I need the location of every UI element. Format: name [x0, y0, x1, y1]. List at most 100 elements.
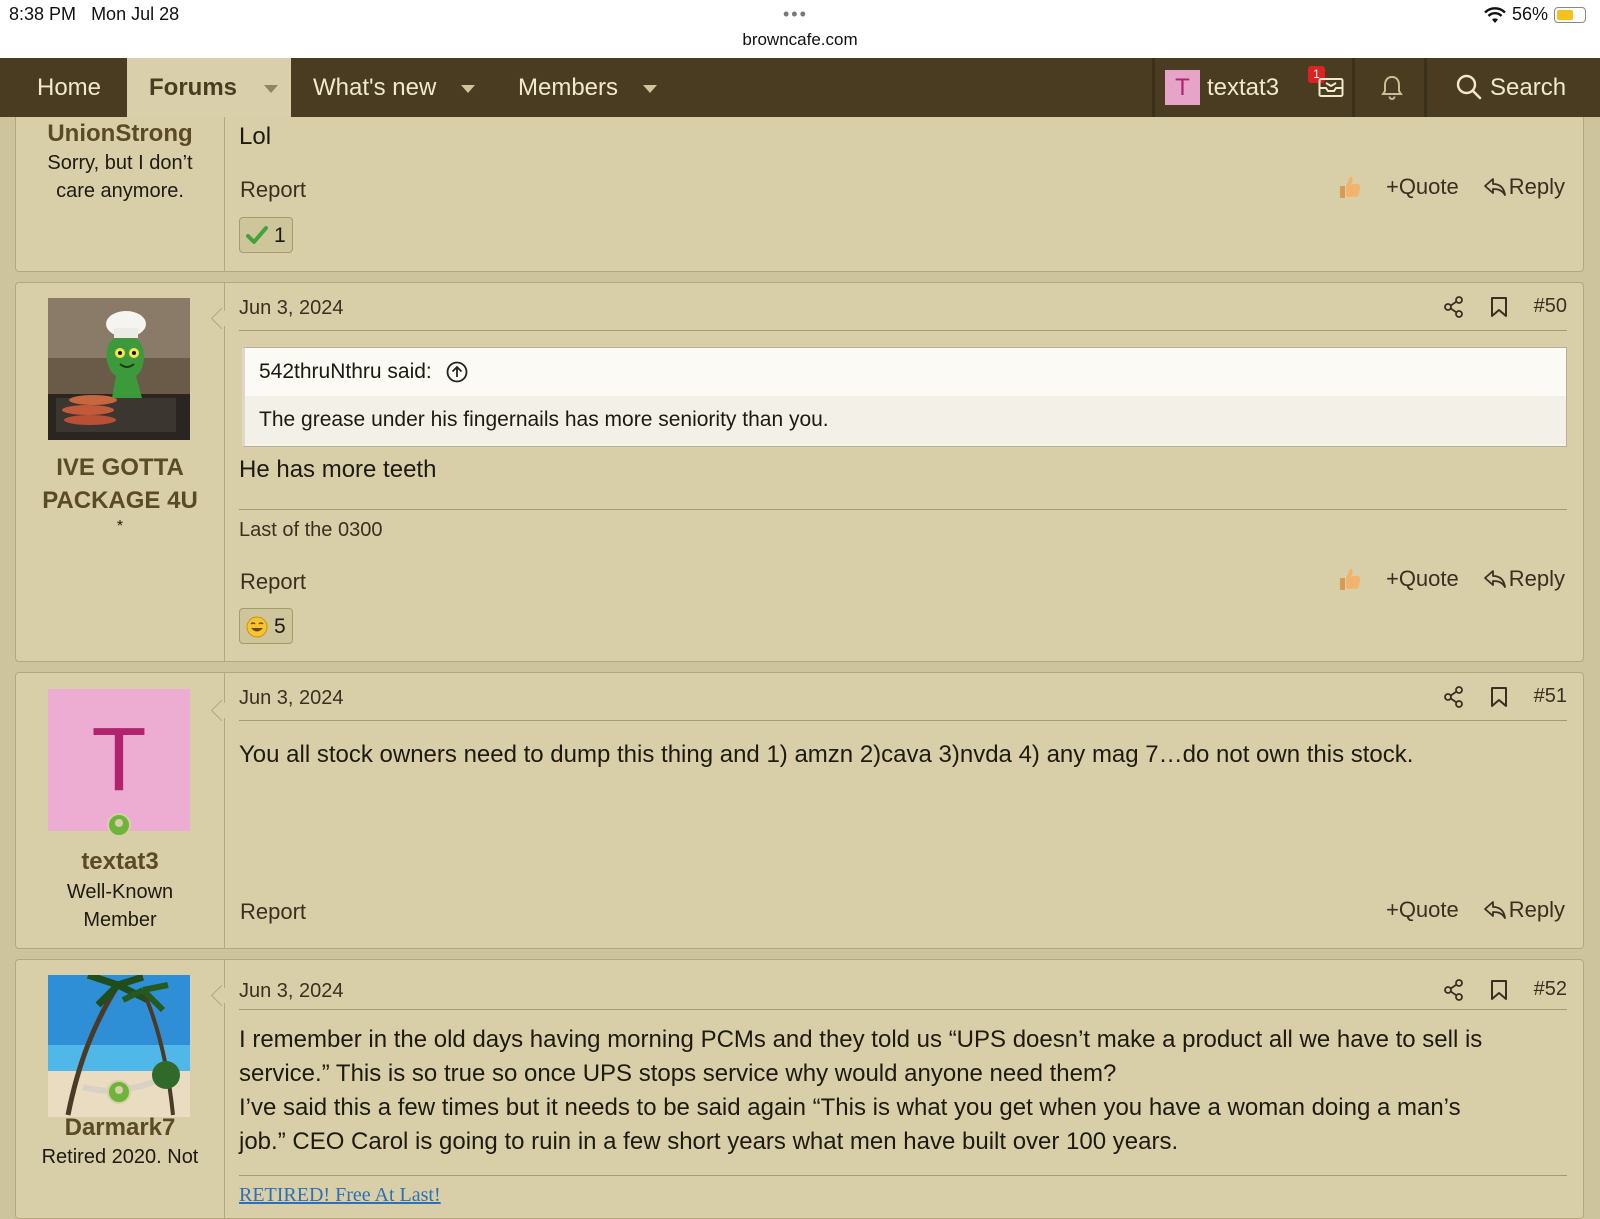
- chevron-down-icon[interactable]: [460, 84, 475, 93]
- reply-label: Reply: [1508, 897, 1565, 922]
- reaction-summary[interactable]: 1: [239, 217, 293, 253]
- report-link[interactable]: Report: [240, 899, 306, 925]
- post-message: You all stock owners need to dump this t…: [239, 741, 1414, 768]
- battery-percent: 56%: [1511, 4, 1548, 24]
- nav-home[interactable]: Home: [37, 58, 101, 117]
- user-title-line: Member: [83, 909, 157, 931]
- online-status-icon: [107, 813, 131, 837]
- quote-button[interactable]: +Quote: [1386, 897, 1459, 923]
- status-right: 56%: [1484, 4, 1586, 25]
- report-link[interactable]: Report: [240, 177, 306, 203]
- reply-button[interactable]: Reply: [1483, 566, 1565, 592]
- quote-text: The grease under his fingernails has mor…: [245, 396, 1566, 444]
- post-number[interactable]: #52: [1534, 978, 1567, 1001]
- arrow-up-circle-icon[interactable]: [446, 361, 468, 383]
- post-user-column: IVE GOTTA PACKAGE 4U *: [16, 283, 225, 661]
- post-date[interactable]: Jun 3, 2024: [239, 687, 344, 710]
- reaction-summary[interactable]: 5: [239, 608, 293, 644]
- reply-arrow-icon: [1483, 901, 1506, 919]
- share-icon[interactable]: [1443, 685, 1464, 708]
- report-link[interactable]: Report: [240, 569, 306, 595]
- user-title-line: Retired 2020. Not: [41, 1146, 199, 1168]
- quote-block: 542thruNthru said: The grease under his …: [242, 347, 1567, 447]
- post-username[interactable]: textat3: [16, 845, 224, 879]
- post-message-line: job.” CEO Carol is going to ruin in a fe…: [239, 1128, 1179, 1155]
- bookmark-icon[interactable]: [1490, 296, 1508, 318]
- post-date[interactable]: Jun 3, 2024: [239, 297, 344, 320]
- nav-forums[interactable]: Forums: [127, 58, 291, 117]
- quote-button[interactable]: +Quote: [1386, 174, 1459, 200]
- search-icon[interactable]: [1455, 73, 1483, 101]
- like-icon[interactable]: [1336, 173, 1362, 201]
- reply-arrow-icon: [1483, 570, 1506, 588]
- post-message: He has more teeth: [239, 456, 437, 483]
- post-header-tools: #51: [1443, 685, 1567, 708]
- user-avatar[interactable]: T: [48, 689, 190, 831]
- like-icon[interactable]: [1336, 565, 1362, 593]
- post-username[interactable]: Darmark7: [16, 1111, 224, 1145]
- share-icon[interactable]: [1443, 295, 1464, 318]
- post-message-line: I’ve said this a few times but it needs …: [239, 1094, 1461, 1121]
- post-actions: +Quote Reply: [1336, 565, 1565, 593]
- user-avatar[interactable]: [48, 298, 190, 440]
- reply-arrow-icon: [1483, 178, 1506, 196]
- post-username[interactable]: UnionStrong: [16, 117, 224, 151]
- post-username-line[interactable]: IVE GOTTA: [16, 451, 224, 485]
- quote-header[interactable]: 542thruNthru said:: [245, 348, 1566, 396]
- laugh-reaction-icon: [246, 616, 268, 638]
- user-title-line: Sorry, but I don’t: [47, 152, 193, 174]
- post-message-line: I remember in the old days having mornin…: [239, 1026, 1483, 1053]
- reaction-count: 1: [274, 224, 286, 247]
- chevron-down-icon[interactable]: [263, 84, 278, 93]
- quote-author: 542thruNthru said:: [259, 360, 432, 383]
- post-user-column: UnionStrong Sorry, but I don’t care anym…: [16, 117, 225, 271]
- bookmark-icon[interactable]: [1490, 979, 1508, 1001]
- post-user-column: Darmark7 Retired 2020. Not: [16, 960, 225, 1218]
- reply-button[interactable]: Reply: [1483, 897, 1565, 923]
- nav-whats-new[interactable]: What's new: [313, 58, 475, 117]
- nav-members[interactable]: Members: [518, 58, 657, 117]
- nav-members-label: Members: [518, 74, 619, 101]
- post-actions: +Quote Reply: [1386, 897, 1565, 923]
- more-dots-icon[interactable]: •••: [783, 4, 808, 25]
- reaction-count: 5: [274, 615, 286, 638]
- post-message-line: service.” This is so true so once UPS st…: [239, 1060, 1117, 1087]
- post-message: Lol: [239, 123, 272, 150]
- user-avatar-small[interactable]: T: [1165, 70, 1200, 105]
- bookmark-icon[interactable]: [1490, 686, 1508, 708]
- main-nav: Home Forums What's new Members T textat3…: [0, 58, 1600, 117]
- reply-button[interactable]: Reply: [1483, 174, 1565, 200]
- post-signature[interactable]: RETIRED! Free At Last!: [239, 1184, 441, 1207]
- quote-label: Quote: [1398, 566, 1459, 591]
- post-51: T textat3 Well-Known Member Jun 3, 2024 …: [15, 672, 1584, 949]
- quote-label: Quote: [1398, 174, 1459, 199]
- share-icon[interactable]: [1443, 978, 1464, 1001]
- post-number[interactable]: #50: [1534, 295, 1567, 318]
- reply-label: Reply: [1508, 566, 1565, 591]
- post-header-tools: #50: [1443, 295, 1567, 318]
- battery-icon: [1554, 6, 1586, 23]
- bell-icon[interactable]: [1380, 74, 1404, 100]
- status-time: 8:38 PM Mon Jul 28: [9, 4, 180, 24]
- nav-username[interactable]: textat3: [1207, 58, 1279, 117]
- post-header-tools: #52: [1443, 978, 1567, 1001]
- user-title: *: [116, 518, 124, 535]
- nav-search[interactable]: Search: [1490, 58, 1566, 117]
- wifi-icon: [1484, 6, 1506, 24]
- user-title-line: Well-Known: [66, 881, 174, 903]
- post-50: IVE GOTTA PACKAGE 4U * Jun 3, 2024 #50 5…: [15, 282, 1584, 662]
- inbox-icon[interactable]: [1318, 75, 1344, 99]
- quote-label: Quote: [1398, 897, 1459, 922]
- reply-label: Reply: [1508, 174, 1565, 199]
- nav-forums-label: Forums: [149, 74, 238, 101]
- post-49: UnionStrong Sorry, but I don’t care anym…: [15, 117, 1584, 272]
- check-reaction-icon: [246, 225, 268, 245]
- ios-status-bar: 8:38 PM Mon Jul 28 ••• browncafe.com 56%: [0, 0, 1600, 58]
- quote-button[interactable]: +Quote: [1386, 566, 1459, 592]
- chevron-down-icon[interactable]: [642, 84, 657, 93]
- address-bar-url[interactable]: browncafe.com: [0, 30, 1600, 50]
- post-date[interactable]: Jun 3, 2024: [239, 980, 344, 1003]
- post-number[interactable]: #51: [1534, 685, 1567, 708]
- online-status-icon: [107, 1080, 131, 1104]
- post-signature: Last of the 0300: [239, 519, 383, 541]
